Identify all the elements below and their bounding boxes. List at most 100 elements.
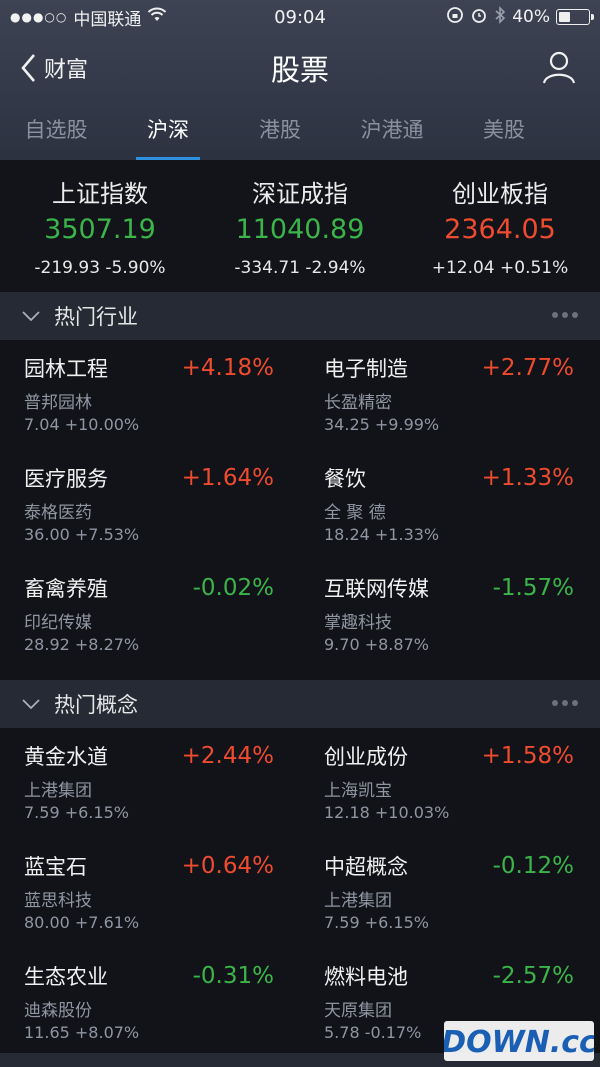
index-card[interactable]: 深证成指 11040.89 -334.71 -2.94% bbox=[200, 174, 400, 292]
tab-watchlist[interactable]: 自选股 bbox=[0, 102, 112, 160]
chevron-down-icon bbox=[22, 699, 40, 710]
market-tabs: 自选股 沪深 港股 沪港通 美股 bbox=[0, 102, 600, 160]
sector-change: -0.02% bbox=[192, 575, 274, 601]
section-title: 热门概念 bbox=[54, 693, 138, 717]
concept-change: +2.44% bbox=[181, 743, 274, 769]
leading-stock-quote: 80.00 +7.61% bbox=[24, 913, 140, 932]
leading-stock: 印纪传媒 bbox=[24, 613, 92, 633]
watermark-logo: DOWN.cc bbox=[444, 1021, 594, 1061]
leading-stock-quote: 7.59 +6.15% bbox=[324, 913, 429, 932]
leading-stock: 掌趣科技 bbox=[324, 613, 392, 633]
concept-name: 蓝宝石 bbox=[24, 855, 87, 879]
concept-change: -0.12% bbox=[492, 853, 574, 879]
index-change: -219.93 -5.90% bbox=[34, 258, 166, 278]
index-summary: 上证指数 3507.19 -219.93 -5.90% 深证成指 11040.8… bbox=[0, 160, 600, 292]
list-item[interactable]: 电子制造 +2.77% 长盈精密 34.25 +9.99% bbox=[300, 350, 600, 460]
leading-stock: 迪森股份 bbox=[24, 1001, 92, 1021]
tab-us-stocks[interactable]: 美股 bbox=[448, 102, 560, 160]
leading-stock: 全 聚 德 bbox=[324, 503, 386, 523]
sector-change: +2.77% bbox=[481, 355, 574, 381]
sector-change: +1.64% bbox=[181, 465, 274, 491]
more-icon[interactable] bbox=[552, 700, 578, 706]
sector-name: 餐饮 bbox=[324, 467, 366, 491]
list-item[interactable]: 中超概念 -0.12% 上港集团 7.59 +6.15% bbox=[300, 848, 600, 958]
header-area: ●●●○○ 中国联通 09:04 40% 财富 股票 自选股 沪深 港股 沪港通… bbox=[0, 0, 600, 160]
clock: 09:04 bbox=[274, 7, 326, 28]
hot-concepts-grid: 黄金水道 +2.44% 上港集团 7.59 +6.15% 创业成份 +1.58% 上… bbox=[0, 728, 600, 1067]
list-item[interactable]: 黄金水道 +2.44% 上港集团 7.59 +6.15% bbox=[0, 738, 300, 848]
leading-stock-quote: 34.25 +9.99% bbox=[324, 415, 440, 434]
index-card[interactable]: 上证指数 3507.19 -219.93 -5.90% bbox=[0, 174, 200, 292]
concept-name: 燃料电池 bbox=[324, 965, 408, 989]
more-icon[interactable] bbox=[552, 312, 578, 318]
leading-stock: 普邦园林 bbox=[24, 393, 92, 413]
sector-name: 畜禽养殖 bbox=[24, 577, 108, 601]
leading-stock-quote: 12.18 +10.03% bbox=[324, 803, 450, 822]
sector-change: +1.33% bbox=[481, 465, 574, 491]
sector-name: 园林工程 bbox=[24, 357, 108, 381]
index-change: +12.04 +0.51% bbox=[431, 258, 569, 278]
leading-stock: 上港集团 bbox=[24, 781, 92, 801]
list-item[interactable]: 园林工程 +4.18% 普邦园林 7.04 +10.00% bbox=[0, 350, 300, 460]
index-value: 3507.19 bbox=[44, 214, 156, 245]
watermark-text: DOWN.cc bbox=[444, 1025, 594, 1060]
index-name: 上证指数 bbox=[52, 180, 148, 208]
concept-change: -0.31% bbox=[192, 963, 274, 989]
leading-stock-quote: 7.04 +10.00% bbox=[24, 415, 140, 434]
list-item[interactable]: 畜禽养殖 -0.02% 印纪传媒 28.92 +8.27% bbox=[0, 570, 300, 680]
list-item[interactable]: 互联网传媒 -1.57% 掌趣科技 9.70 +8.87% bbox=[300, 570, 600, 680]
list-item[interactable]: 医疗服务 +1.64% 泰格医药 36.00 +7.53% bbox=[0, 460, 300, 570]
leading-stock: 长盈精密 bbox=[324, 393, 392, 413]
index-name: 深证成指 bbox=[252, 180, 348, 208]
list-item[interactable]: 餐饮 +1.33% 全 聚 德 18.24 +1.33% bbox=[300, 460, 600, 570]
index-change: -334.71 -2.94% bbox=[234, 258, 366, 278]
leading-stock-quote: 7.59 +6.15% bbox=[24, 803, 129, 822]
status-bar: ●●●○○ 中国联通 09:04 40% bbox=[0, 0, 600, 34]
leading-stock: 上海凯宝 bbox=[324, 781, 392, 801]
page-title: 股票 bbox=[270, 53, 329, 87]
back-button[interactable]: 财富 bbox=[20, 52, 88, 84]
leading-stock: 蓝思科技 bbox=[24, 891, 92, 911]
sector-name: 医疗服务 bbox=[24, 467, 108, 491]
concept-change: -2.57% bbox=[492, 963, 574, 989]
back-label: 财富 bbox=[44, 58, 89, 83]
section-header-hot-industries[interactable]: 热门行业 bbox=[0, 292, 600, 340]
sector-change: +4.18% bbox=[181, 355, 274, 381]
tab-shanghai-shenzhen[interactable]: 沪深 bbox=[112, 102, 224, 160]
battery-icon bbox=[556, 9, 594, 25]
sector-change: -1.57% bbox=[492, 575, 574, 601]
concept-name: 生态农业 bbox=[24, 965, 108, 989]
section-header-hot-concepts[interactable]: 热门概念 bbox=[0, 680, 600, 728]
leading-stock: 上港集团 bbox=[324, 891, 392, 911]
tab-stock-connect[interactable]: 沪港通 bbox=[336, 102, 448, 160]
leading-stock: 泰格医药 bbox=[24, 503, 92, 523]
leading-stock-quote: 18.24 +1.33% bbox=[324, 525, 440, 544]
list-item[interactable]: 蓝宝石 +0.64% 蓝思科技 80.00 +7.61% bbox=[0, 848, 300, 958]
leading-stock-quote: 9.70 +8.87% bbox=[324, 635, 429, 654]
nav-bar: 财富 股票 bbox=[0, 34, 600, 102]
leading-stock-quote: 36.00 +7.53% bbox=[24, 525, 140, 544]
hot-industries-grid: 园林工程 +4.18% 普邦园林 7.04 +10.00% 电子制造 +2.77% … bbox=[0, 340, 600, 680]
list-item[interactable]: 生态农业 -0.31% 迪森股份 11.65 +8.07% bbox=[0, 958, 300, 1067]
concept-change: +0.64% bbox=[181, 853, 274, 879]
sector-name: 电子制造 bbox=[324, 357, 408, 381]
index-value: 11040.89 bbox=[235, 214, 365, 245]
concept-name: 黄金水道 bbox=[24, 745, 108, 769]
battery-fill bbox=[559, 12, 570, 22]
concept-change: +1.58% bbox=[481, 743, 574, 769]
index-value: 2364.05 bbox=[444, 214, 556, 245]
user-icon[interactable] bbox=[542, 50, 576, 88]
chevron-left-icon bbox=[21, 54, 35, 82]
concept-name: 中超概念 bbox=[324, 855, 408, 879]
leading-stock-quote: 11.65 +8.07% bbox=[24, 1023, 140, 1042]
list-item[interactable]: 创业成份 +1.58% 上海凯宝 12.18 +10.03% bbox=[300, 738, 600, 848]
tab-hongkong[interactable]: 港股 bbox=[224, 102, 336, 160]
concept-name: 创业成份 bbox=[324, 745, 408, 769]
index-name: 创业板指 bbox=[452, 180, 548, 208]
leading-stock: 天原集团 bbox=[324, 1001, 392, 1021]
section-title: 热门行业 bbox=[54, 305, 138, 329]
chevron-down-icon bbox=[22, 311, 40, 322]
sector-name: 互联网传媒 bbox=[324, 577, 429, 601]
leading-stock-quote: 28.92 +8.27% bbox=[24, 635, 140, 654]
index-card[interactable]: 创业板指 2364.05 +12.04 +0.51% bbox=[400, 174, 600, 292]
